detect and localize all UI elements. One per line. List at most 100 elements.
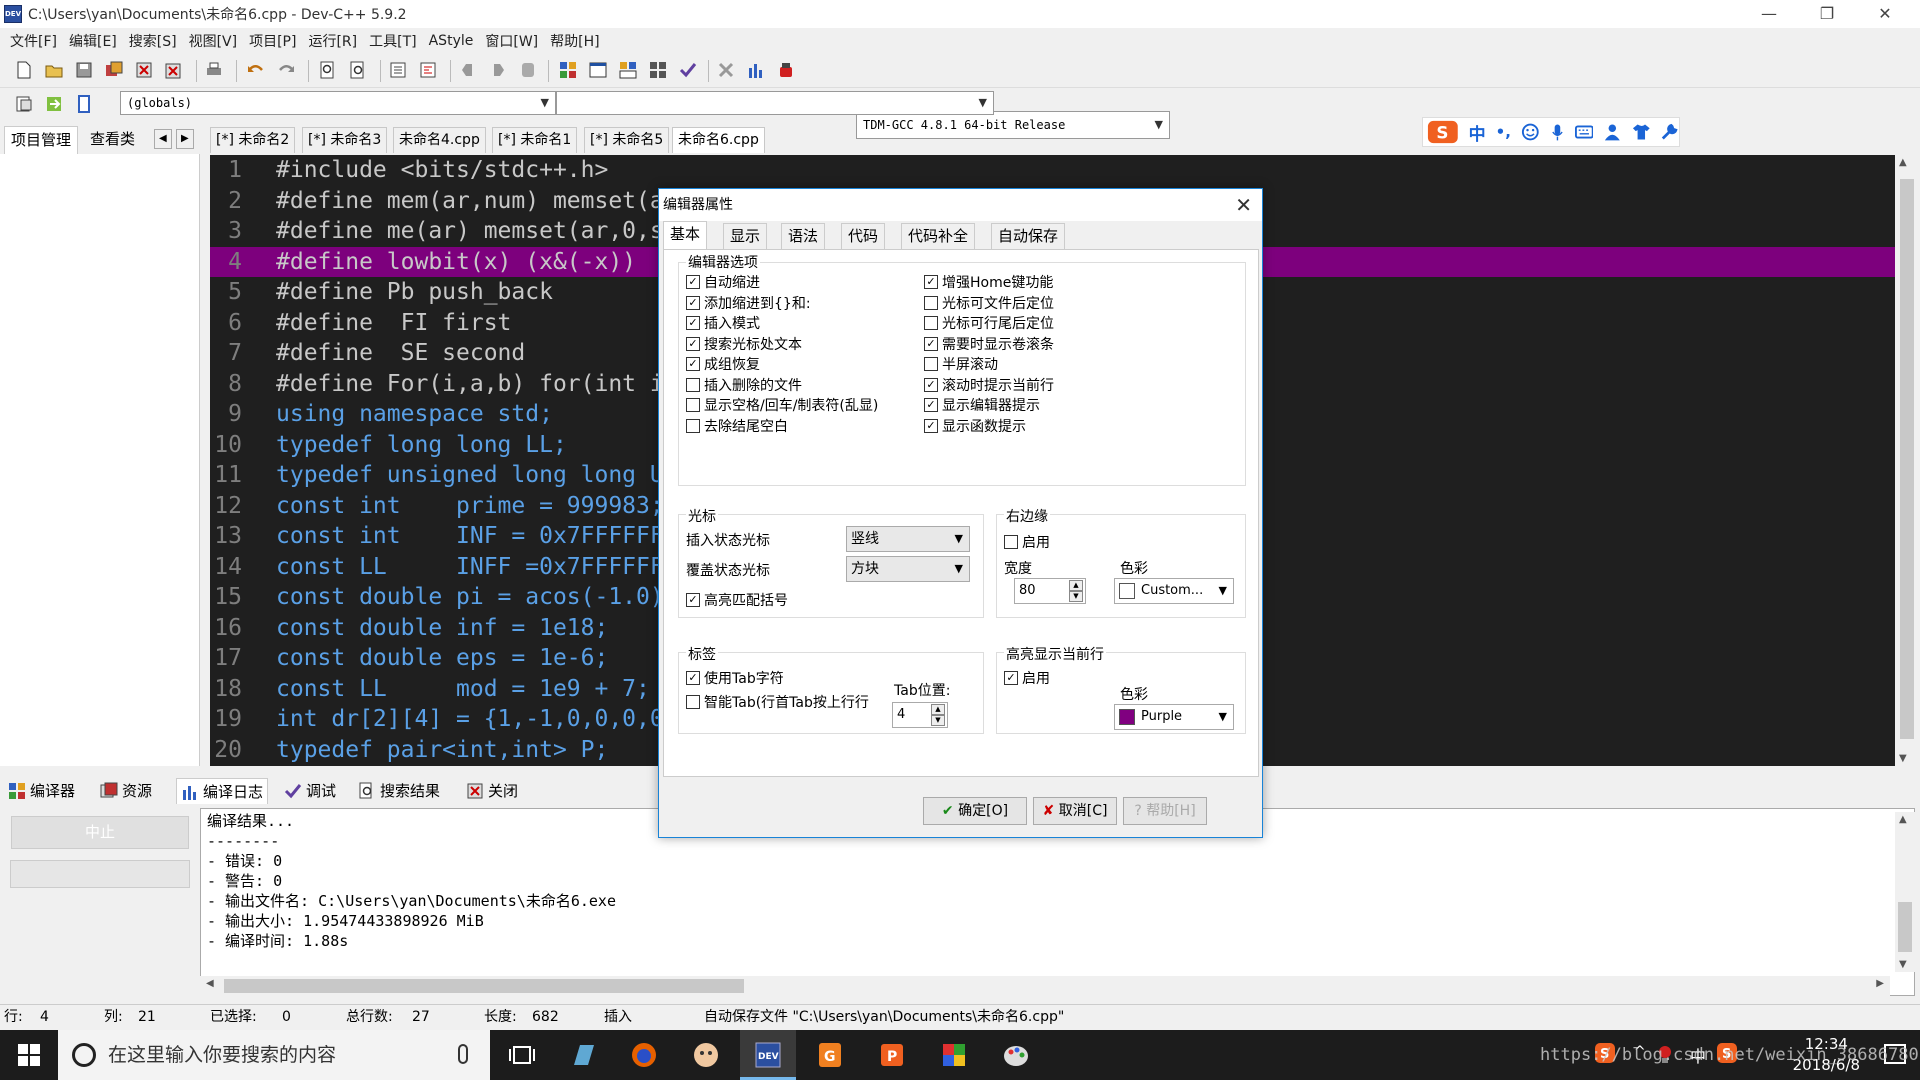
emoji-icon[interactable]	[1521, 122, 1540, 142]
tab-scroll-left-button[interactable]: ◀	[154, 129, 172, 149]
spin-down-icon[interactable]: ▼	[1069, 591, 1083, 602]
tab-compiler[interactable]: 编译器	[8, 778, 75, 804]
replace-button[interactable]	[346, 58, 370, 82]
editor-vertical-scrollbar[interactable]: ▲ ▼	[1895, 155, 1920, 766]
redo-button[interactable]	[274, 58, 298, 82]
dialog-tab-autosave[interactable]: 自动保存	[991, 223, 1066, 249]
editor-option-checkbox[interactable]: 插入删除的文件	[686, 375, 802, 395]
undo-button[interactable]	[244, 58, 268, 82]
wrench-icon[interactable]	[1660, 122, 1679, 142]
file-tab-unnamed4[interactable]: 未命名4.cpp	[393, 127, 486, 153]
class-browser-button[interactable]	[12, 92, 36, 116]
start-button[interactable]	[0, 1030, 58, 1080]
scroll-down-arrow-icon[interactable]: ▼	[1899, 753, 1907, 764]
scroll-up-arrow-icon[interactable]: ▲	[1899, 157, 1907, 168]
ime-mode-toggle[interactable]: 中	[1469, 120, 1486, 145]
open-file-button[interactable]	[42, 58, 66, 82]
tab-resources[interactable]: 资源	[100, 778, 152, 804]
spin-down-icon[interactable]: ▼	[931, 715, 945, 726]
unindent-button[interactable]	[416, 58, 440, 82]
use-tab-checkbox[interactable]: ✓ 使用Tab字符	[686, 668, 784, 688]
microphone-icon[interactable]	[1550, 122, 1565, 142]
menu-file[interactable]: 文件[F]	[4, 31, 63, 51]
match-brackets-checkbox[interactable]: ✓ 高亮匹配括号	[686, 590, 788, 610]
menu-astyle[interactable]: AStyle	[423, 33, 480, 49]
restore-button[interactable]: ❐	[1804, 0, 1850, 28]
menu-window[interactable]: 窗口[W]	[479, 31, 544, 51]
tab-scroll-right-button[interactable]: ▶	[176, 129, 194, 149]
new-file-button[interactable]	[12, 58, 36, 82]
tab-compile-log[interactable]: 编译日志	[176, 778, 269, 804]
editor-option-checkbox[interactable]: ✓ 增强Home键功能	[924, 272, 1053, 292]
highlight-enable-checkbox[interactable]: ✓ 启用	[1004, 668, 1050, 688]
taskbar-search-box[interactable]: 在这里输入你要搜索的内容	[58, 1030, 490, 1080]
close-file-button[interactable]	[132, 58, 156, 82]
editor-option-checkbox[interactable]: ✓ 成组恢复	[686, 354, 760, 374]
editor-scroll-thumb[interactable]	[1900, 179, 1914, 739]
margin-width-spinner[interactable]: 80 ▲ ▼	[1014, 578, 1086, 604]
ok-button[interactable]: ✔ 确定[O]	[923, 797, 1027, 825]
editor-option-checkbox[interactable]: ✓ 显示函数提示	[924, 416, 1026, 436]
tab-debug[interactable]: 调试	[284, 778, 336, 804]
user-icon[interactable]	[1603, 122, 1622, 142]
dialog-tab-code[interactable]: 代码	[841, 223, 886, 249]
run-button[interactable]	[586, 58, 610, 82]
overwrite-caret-select[interactable]: 方块 ▼	[846, 556, 970, 582]
menu-tools[interactable]: 工具[T]	[363, 31, 422, 51]
menu-run[interactable]: 运行[R]	[302, 31, 363, 51]
log-vertical-scrollbar[interactable]: ▲ ▼	[1895, 812, 1915, 972]
scroll-left-arrow-icon[interactable]: ◀	[206, 978, 214, 989]
find-button[interactable]	[316, 58, 340, 82]
editor-option-checkbox[interactable]: 光标可文件后定位	[924, 293, 1054, 313]
menu-edit[interactable]: 编辑[E]	[63, 31, 123, 51]
dialog-tab-completion[interactable]: 代码补全	[901, 223, 976, 249]
menu-project[interactable]: 项目[P]	[243, 31, 302, 51]
taskbar-app-pet[interactable]	[678, 1030, 734, 1080]
spin-up-icon[interactable]: ▲	[1069, 580, 1083, 591]
save-button[interactable]	[72, 58, 96, 82]
dialog-close-button[interactable]: ✕	[1235, 189, 1252, 221]
editor-option-checkbox[interactable]: ✓ 需要时显示卷滚条	[924, 334, 1054, 354]
log-vscroll-thumb[interactable]	[1898, 902, 1912, 952]
syntax-check-button[interactable]	[676, 58, 700, 82]
file-tab-unnamed1[interactable]: [*] 未命名1	[492, 127, 578, 153]
menu-search[interactable]: 搜索[S]	[123, 31, 183, 51]
tab-class-view[interactable]: 查看类	[84, 126, 141, 154]
dialog-tab-display[interactable]: 显示	[723, 223, 768, 249]
comment-button[interactable]	[516, 58, 540, 82]
taskbar-app-pdf[interactable]: G	[802, 1030, 858, 1080]
indent-button[interactable]	[386, 58, 410, 82]
debug-button[interactable]	[774, 58, 798, 82]
skin-shirt-icon[interactable]	[1632, 122, 1651, 142]
file-tab-unnamed2[interactable]: [*] 未命名2	[210, 127, 296, 153]
print-button[interactable]	[202, 58, 226, 82]
keyboard-icon[interactable]	[1574, 124, 1594, 140]
goto-button[interactable]	[42, 92, 66, 116]
microphone-icon[interactable]	[458, 1044, 468, 1064]
editor-option-checkbox[interactable]: ✓ 搜索光标处文本	[686, 334, 802, 354]
file-tab-unnamed6[interactable]: 未命名6.cpp	[672, 127, 765, 153]
margin-enable-checkbox[interactable]: 启用	[1004, 532, 1050, 552]
file-tab-unnamed3[interactable]: [*] 未命名3	[302, 127, 388, 153]
tab-position-spinner[interactable]: 4 ▲ ▼	[892, 702, 948, 728]
scroll-up-arrow-icon[interactable]: ▲	[1899, 814, 1907, 825]
taskbar-app-colorful[interactable]	[926, 1030, 982, 1080]
spin-up-icon[interactable]: ▲	[931, 704, 945, 715]
scope-select[interactable]: (globals) ▼	[120, 91, 556, 115]
code-line[interactable]: 1 #include <bits/stdc++.h>	[210, 155, 1895, 185]
project-tree-panel[interactable]	[0, 154, 200, 766]
bookmark-toggle-button[interactable]	[456, 58, 480, 82]
help-button[interactable]: ? 帮助[H]	[1123, 797, 1207, 825]
compile-button[interactable]	[556, 58, 580, 82]
tab-project-manager[interactable]: 项目管理	[4, 126, 79, 154]
margin-color-select[interactable]: Custom... ▼	[1114, 578, 1234, 604]
editor-option-checkbox[interactable]: 光标可行尾后定位	[924, 313, 1054, 333]
editor-option-checkbox[interactable]: 显示空格/回车/制表符(乱显)	[686, 395, 878, 415]
editor-option-checkbox[interactable]: ✓ 添加缩进到{}和:	[686, 293, 811, 313]
scroll-down-arrow-icon[interactable]: ▼	[1899, 959, 1907, 970]
save-all-button[interactable]	[102, 58, 126, 82]
stop-execution-button[interactable]	[714, 58, 738, 82]
taskbar-app-notes[interactable]	[556, 1030, 612, 1080]
rebuild-button[interactable]	[646, 58, 670, 82]
dialog-tab-syntax[interactable]: 语法	[781, 223, 826, 249]
